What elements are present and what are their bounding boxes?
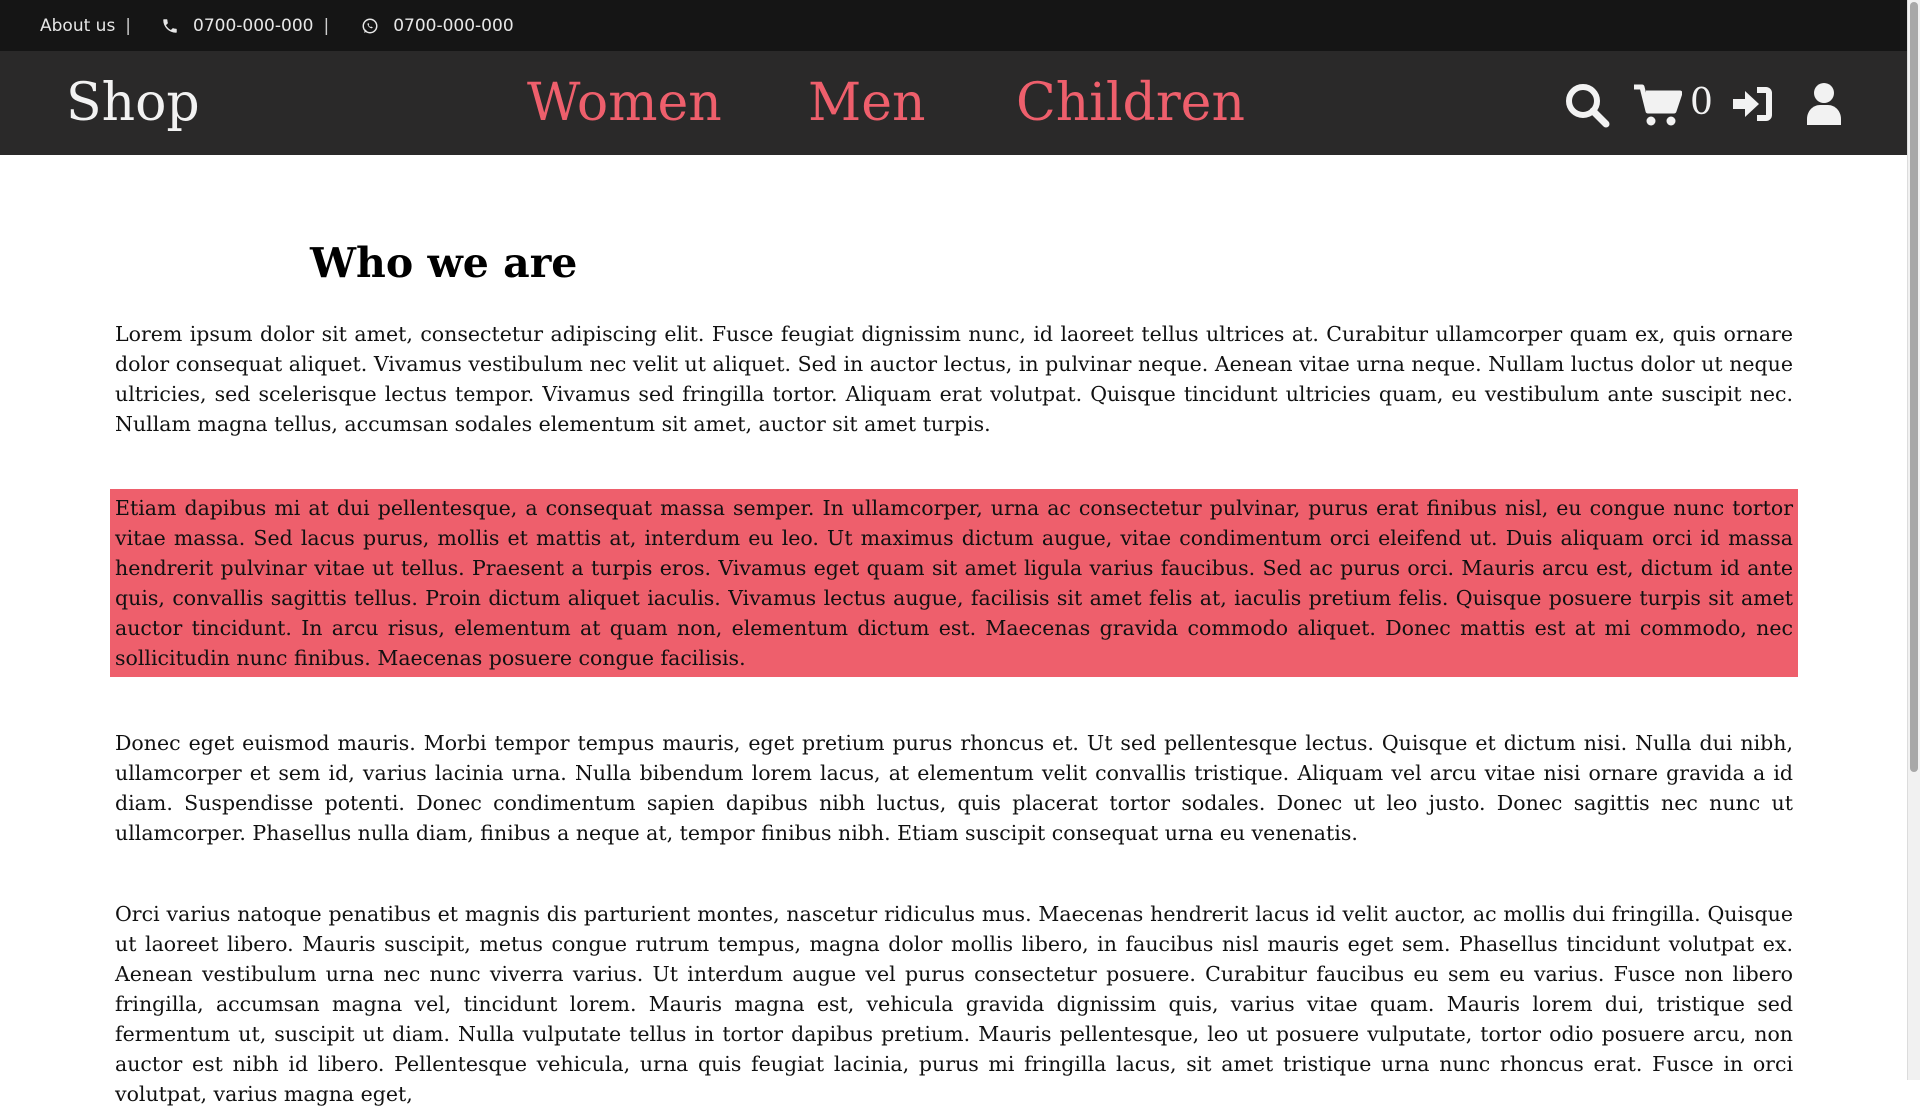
brand-logo-link[interactable]: Shop	[66, 73, 200, 133]
nav-link-children[interactable]: Children	[1016, 73, 1245, 133]
whatsapp-number[interactable]: 0700-000-000	[393, 16, 513, 36]
paragraph: Donec eget euismod mauris. Morbi tempor …	[115, 731, 1793, 845]
page-title: Who we are	[310, 239, 578, 287]
nav-link-women[interactable]: Women	[527, 73, 722, 133]
main-navbar: Shop Women Men Children 0	[0, 51, 1908, 155]
scrollbar-thumb[interactable]	[1910, 2, 1918, 772]
whatsapp-icon	[361, 17, 379, 35]
phone-number[interactable]: 0700-000-000	[193, 16, 313, 36]
separator: |	[323, 15, 330, 36]
user-icon[interactable]	[1806, 81, 1842, 131]
highlighted-paragraph: Etiam dapibus mi at dui pellentesque, a …	[110, 489, 1798, 677]
phone-icon	[161, 17, 179, 35]
login-icon[interactable]	[1731, 84, 1775, 128]
cart-count: 0	[1690, 82, 1713, 123]
cart-icon[interactable]	[1632, 83, 1683, 131]
about-content: Who we are Lorem ipsum dolor sit amet, c…	[110, 155, 1798, 1109]
nav-link-men[interactable]: Men	[808, 73, 926, 133]
top-contact-bar: About us | 0700-000-000 | 0700-000-000	[0, 0, 1908, 51]
vertical-scrollbar[interactable]	[1907, 0, 1920, 1080]
about-us-link[interactable]: About us	[40, 16, 115, 36]
search-icon[interactable]	[1563, 81, 1611, 133]
separator: |	[125, 15, 132, 36]
paragraph: Orci varius natoque penatibus et magnis …	[115, 902, 1793, 1106]
paragraph: Lorem ipsum dolor sit amet, consectetur …	[115, 322, 1793, 436]
